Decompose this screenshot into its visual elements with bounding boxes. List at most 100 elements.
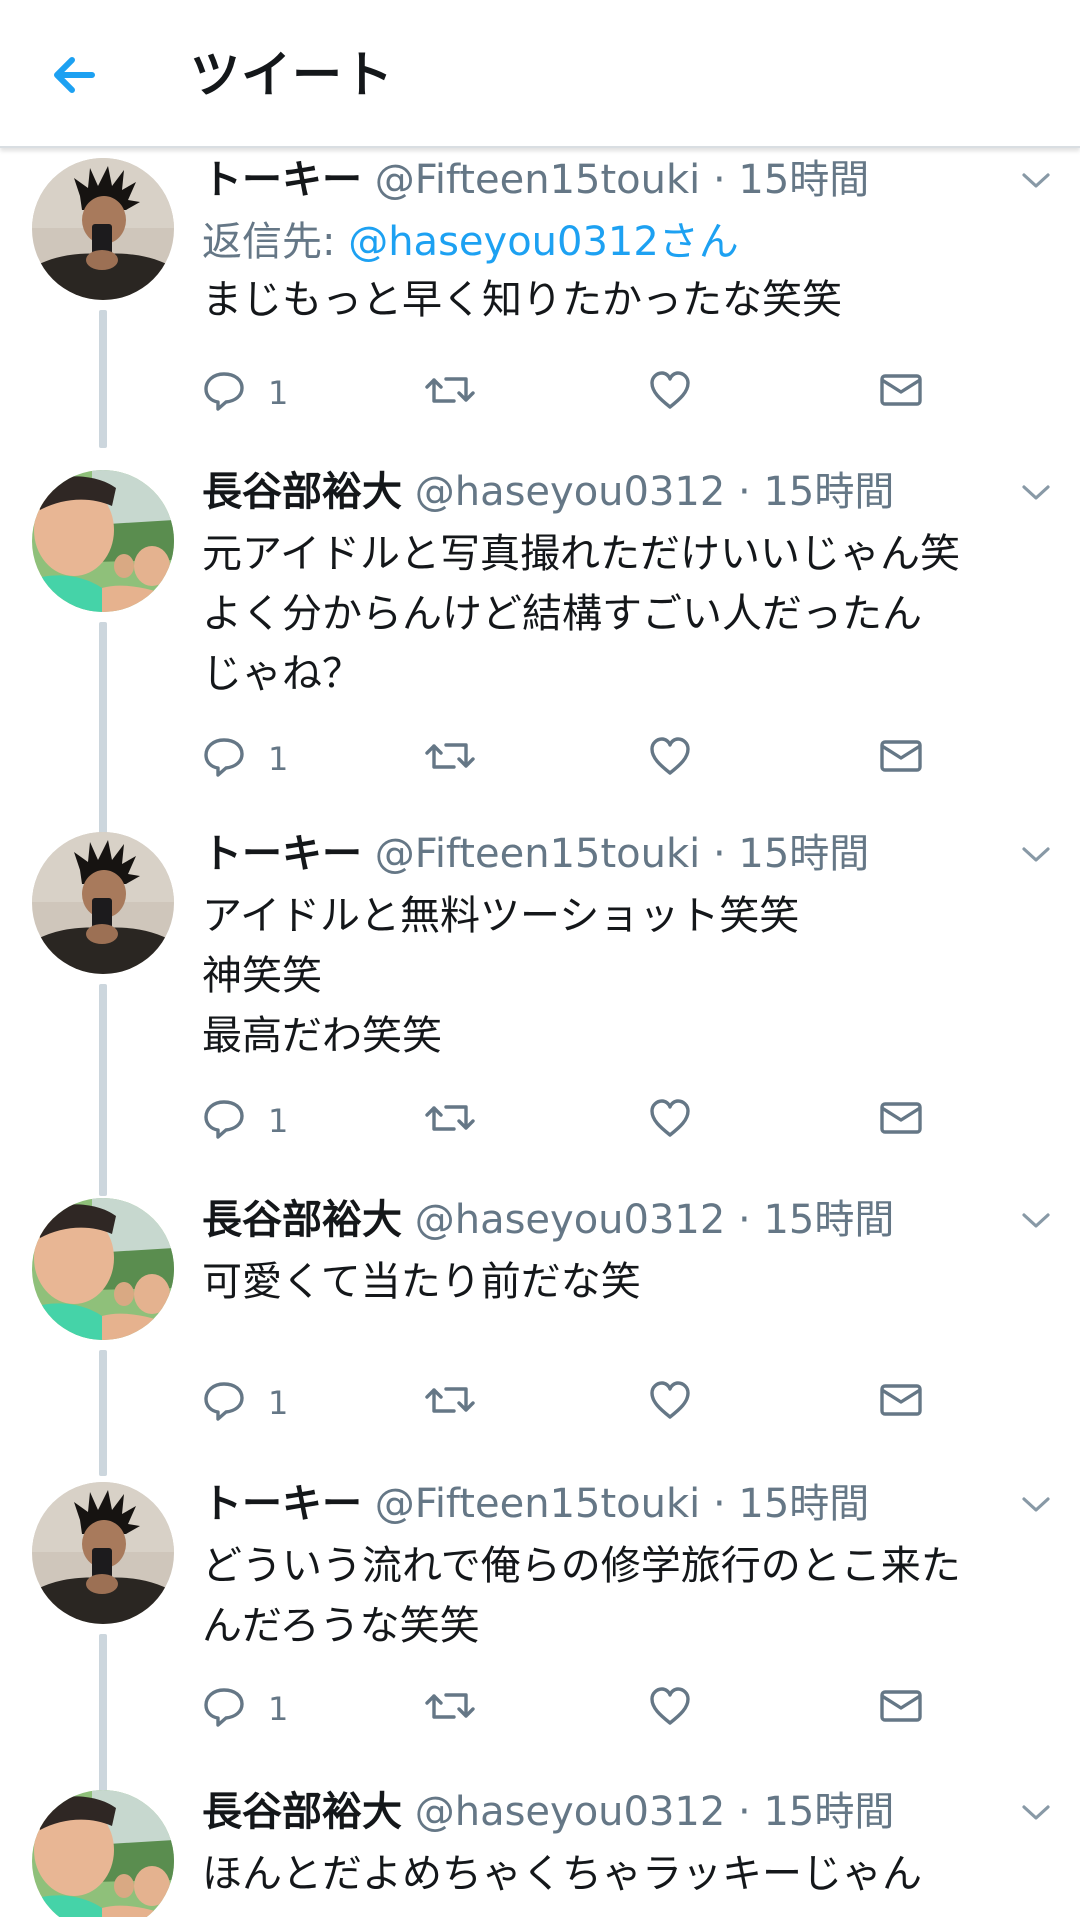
tweet-item[interactable]: 長谷部裕大 @haseyou0312 · 15時間 可愛くて当たり前だな笑 1: [0, 1192, 1080, 1476]
reply-mention-link[interactable]: @haseyou0312さん: [348, 219, 739, 265]
display-name[interactable]: 長谷部裕大: [202, 469, 402, 515]
tweet-item[interactable]: 長谷部裕大 @haseyou0312 · 15時間 ほんとだよめちゃくちゃラッキ…: [0, 1784, 1080, 1917]
tweet-actions: 1: [202, 368, 962, 418]
tweet-item[interactable]: トーキー @Fifteen15touki · 15時間 返信先: @haseyo…: [0, 152, 1080, 448]
tweet-header: トーキー @Fifteen15touki · 15時間: [202, 152, 1002, 208]
timestamp[interactable]: 15時間: [763, 1197, 894, 1243]
heart-icon: [648, 368, 692, 412]
tweet-text: 元アイドルと写真撮れただけいいじゃん笑 よく分からんけど結構すごい人だったん じ…: [202, 524, 1042, 704]
user-handle[interactable]: @haseyou0312: [415, 469, 726, 515]
reply-button[interactable]: 1: [202, 734, 322, 784]
share-dm-button[interactable]: [878, 1378, 924, 1428]
avatar[interactable]: [32, 158, 174, 300]
like-button[interactable]: [648, 1096, 698, 1146]
user-handle[interactable]: @Fifteen15touki: [375, 1481, 701, 1527]
display-name[interactable]: トーキー: [202, 1481, 362, 1527]
thread-connector: [99, 310, 107, 448]
retweet-button[interactable]: [424, 1096, 476, 1146]
tweet-item[interactable]: 長谷部裕大 @haseyou0312 · 15時間 元アイドルと写真撮れただけい…: [0, 464, 1080, 834]
tweet-text: アイドルと無料ツーショット笑笑 神笑笑 最高だわ笑笑: [202, 886, 1042, 1066]
tweet-text-line: どういう流れで俺らの修学旅行のとこ来た: [202, 1543, 961, 1589]
share-dm-button[interactable]: [878, 1096, 924, 1146]
thread-connector: [99, 1350, 107, 1476]
envelope-icon: [878, 1684, 924, 1728]
timestamp[interactable]: 15時間: [738, 831, 869, 877]
share-dm-button[interactable]: [878, 368, 924, 418]
thread-connector: [99, 622, 107, 834]
like-button[interactable]: [648, 1378, 698, 1428]
reply-button[interactable]: 1: [202, 1378, 322, 1428]
reply-button[interactable]: 1: [202, 1684, 322, 1734]
tweet-item[interactable]: トーキー @Fifteen15touki · 15時間 どういう流れで俺らの修学…: [0, 1476, 1080, 1792]
like-button[interactable]: [648, 734, 698, 784]
reply-count: 1: [268, 1384, 289, 1422]
tweet-text-line: んだろうな笑笑: [202, 1603, 480, 1649]
thread-connector: [99, 984, 107, 1196]
separator: ·: [712, 831, 726, 877]
reply-to-line: 返信先: @haseyou0312さん: [202, 214, 739, 270]
reply-bubble-icon: [202, 734, 246, 778]
tweet-header: 長谷部裕大 @haseyou0312 · 15時間: [202, 1784, 1002, 1840]
user-handle[interactable]: @Fifteen15touki: [375, 831, 701, 877]
separator: ·: [712, 157, 726, 203]
timestamp[interactable]: 15時間: [763, 469, 894, 515]
tweet-text: ほんとだよめちゃくちゃラッキーじゃん: [202, 1844, 1042, 1904]
tweet-text-line: まじもっと早く知りたかったな笑笑: [202, 277, 842, 323]
tweet-text-line: 可愛くて当たり前だな笑: [202, 1259, 641, 1305]
display-name[interactable]: 長谷部裕大: [202, 1789, 402, 1835]
heart-icon: [648, 1096, 692, 1140]
chevron-down-icon[interactable]: [1016, 840, 1056, 868]
retweet-button[interactable]: [424, 734, 476, 784]
envelope-icon: [878, 734, 924, 778]
separator: ·: [738, 469, 751, 515]
tweet-text-line: よく分からんけど結構すごい人だったん: [202, 591, 922, 637]
back-arrow-icon[interactable]: [40, 40, 110, 110]
reply-button[interactable]: 1: [202, 368, 322, 418]
display-name[interactable]: トーキー: [202, 157, 362, 203]
like-button[interactable]: [648, 1684, 698, 1734]
avatar[interactable]: [32, 1198, 174, 1340]
timestamp[interactable]: 15時間: [738, 157, 869, 203]
reply-count: 1: [268, 1690, 289, 1728]
share-dm-button[interactable]: [878, 734, 924, 784]
avatar[interactable]: [32, 1482, 174, 1624]
tweet-actions: 1: [202, 1684, 962, 1734]
user-handle[interactable]: @Fifteen15touki: [375, 157, 701, 203]
chevron-down-icon[interactable]: [1016, 1798, 1056, 1826]
retweet-button[interactable]: [424, 1378, 476, 1428]
envelope-icon: [878, 1378, 924, 1422]
tweet-text: 可愛くて当たり前だな笑: [202, 1252, 1042, 1312]
retweet-button[interactable]: [424, 1684, 476, 1734]
timestamp[interactable]: 15時間: [738, 1481, 869, 1527]
user-handle[interactable]: @haseyou0312: [415, 1197, 726, 1243]
user-handle[interactable]: @haseyou0312: [415, 1789, 726, 1835]
tweet-actions: 1: [202, 1096, 962, 1146]
avatar[interactable]: [32, 832, 174, 974]
like-button[interactable]: [648, 368, 698, 418]
chevron-down-icon[interactable]: [1016, 1206, 1056, 1234]
timestamp[interactable]: 15時間: [763, 1789, 894, 1835]
tweet-text-line: アイドルと無料ツーショット笑笑: [202, 893, 800, 939]
tweet-actions: 1: [202, 734, 962, 784]
avatar[interactable]: [32, 1790, 174, 1917]
display-name[interactable]: 長谷部裕大: [202, 1197, 402, 1243]
separator: ·: [712, 1481, 726, 1527]
heart-icon: [648, 1684, 692, 1728]
retweet-button[interactable]: [424, 368, 476, 418]
avatar[interactable]: [32, 470, 174, 612]
share-dm-button[interactable]: [878, 1684, 924, 1734]
tweet-text: まじもっと早く知りたかったな笑笑: [202, 270, 1042, 330]
tweet-header: 長谷部裕大 @haseyou0312 · 15時間: [202, 464, 1002, 520]
separator: ·: [738, 1789, 751, 1835]
reply-button[interactable]: 1: [202, 1096, 322, 1146]
tweet-item[interactable]: トーキー @Fifteen15touki · 15時間 アイドルと無料ツーショッ…: [0, 826, 1080, 1196]
heart-icon: [648, 1378, 692, 1422]
tweet-text-line: 最高だわ笑笑: [202, 1013, 442, 1059]
reply-count: 1: [268, 1102, 289, 1140]
reply-bubble-icon: [202, 368, 246, 412]
chevron-down-icon[interactable]: [1016, 478, 1056, 506]
chevron-down-icon[interactable]: [1016, 166, 1056, 194]
display-name[interactable]: トーキー: [202, 831, 362, 877]
chevron-down-icon[interactable]: [1016, 1490, 1056, 1518]
retweet-icon: [424, 1378, 476, 1422]
